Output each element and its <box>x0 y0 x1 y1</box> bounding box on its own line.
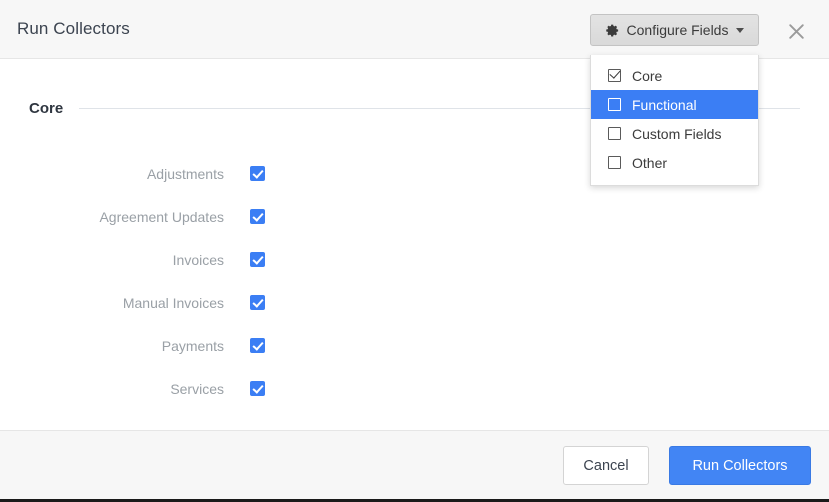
checkbox-icon <box>608 98 621 111</box>
checkbox-adjustments[interactable] <box>250 166 265 181</box>
field-label: Adjustments <box>146 165 224 182</box>
dropdown-item-label: Other <box>632 154 668 171</box>
close-button[interactable] <box>781 16 811 46</box>
field-row-invoices: Invoices <box>0 238 829 281</box>
field-control <box>250 381 265 396</box>
section-title: Core <box>29 100 64 117</box>
footer-button-group: Cancel Run Collectors <box>563 446 811 485</box>
checkbox-payments[interactable] <box>250 338 265 353</box>
field-row-manual-invoices: Manual Invoices <box>0 281 829 324</box>
configure-fields-button[interactable]: Configure Fields <box>590 14 759 46</box>
field-list: Adjustments Agreement Updates Invoices M… <box>0 152 829 410</box>
field-control <box>250 295 265 310</box>
close-icon <box>787 22 806 41</box>
checkbox-icon <box>608 127 621 140</box>
field-control <box>250 338 265 353</box>
checkbox-invoices[interactable] <box>250 252 265 267</box>
configure-fields-label: Configure Fields <box>626 22 729 38</box>
field-row-services: Services <box>0 367 829 410</box>
checkbox-manual-invoices[interactable] <box>250 295 265 310</box>
field-row-agreement-updates: Agreement Updates <box>0 195 829 238</box>
dropdown-item-core[interactable]: Core <box>591 61 758 90</box>
field-label: Agreement Updates <box>99 208 224 225</box>
dropdown-item-label: Custom Fields <box>632 125 722 142</box>
checkbox-icon <box>608 69 621 82</box>
checkbox-icon <box>608 156 621 169</box>
cancel-button[interactable]: Cancel <box>563 446 649 485</box>
run-collectors-dialog: Run Collectors Configure Fields Core Fun… <box>0 0 829 502</box>
page-title: Run Collectors <box>17 19 130 38</box>
dropdown-item-custom-fields[interactable]: Custom Fields <box>591 119 758 148</box>
dialog-footer: Cancel Run Collectors <box>0 430 829 499</box>
checkbox-services[interactable] <box>250 381 265 396</box>
field-control <box>250 166 265 181</box>
dropdown-item-label: Functional <box>632 96 697 113</box>
field-label: Services <box>170 380 224 397</box>
field-control <box>250 252 265 267</box>
dropdown-item-functional[interactable]: Functional <box>591 90 758 119</box>
checkbox-agreement-updates[interactable] <box>250 209 265 224</box>
gear-icon <box>605 23 620 38</box>
run-collectors-button[interactable]: Run Collectors <box>669 446 811 485</box>
field-label: Manual Invoices <box>122 294 224 311</box>
dropdown-item-label: Core <box>632 67 663 84</box>
dropdown-item-other[interactable]: Other <box>591 148 758 177</box>
field-control <box>250 209 265 224</box>
field-label: Payments <box>161 337 224 354</box>
configure-fields-dropdown[interactable]: Core Functional Custom Fields Other <box>590 55 759 186</box>
field-label: Invoices <box>172 251 224 268</box>
field-row-payments: Payments <box>0 324 829 367</box>
chevron-down-icon <box>736 27 745 33</box>
